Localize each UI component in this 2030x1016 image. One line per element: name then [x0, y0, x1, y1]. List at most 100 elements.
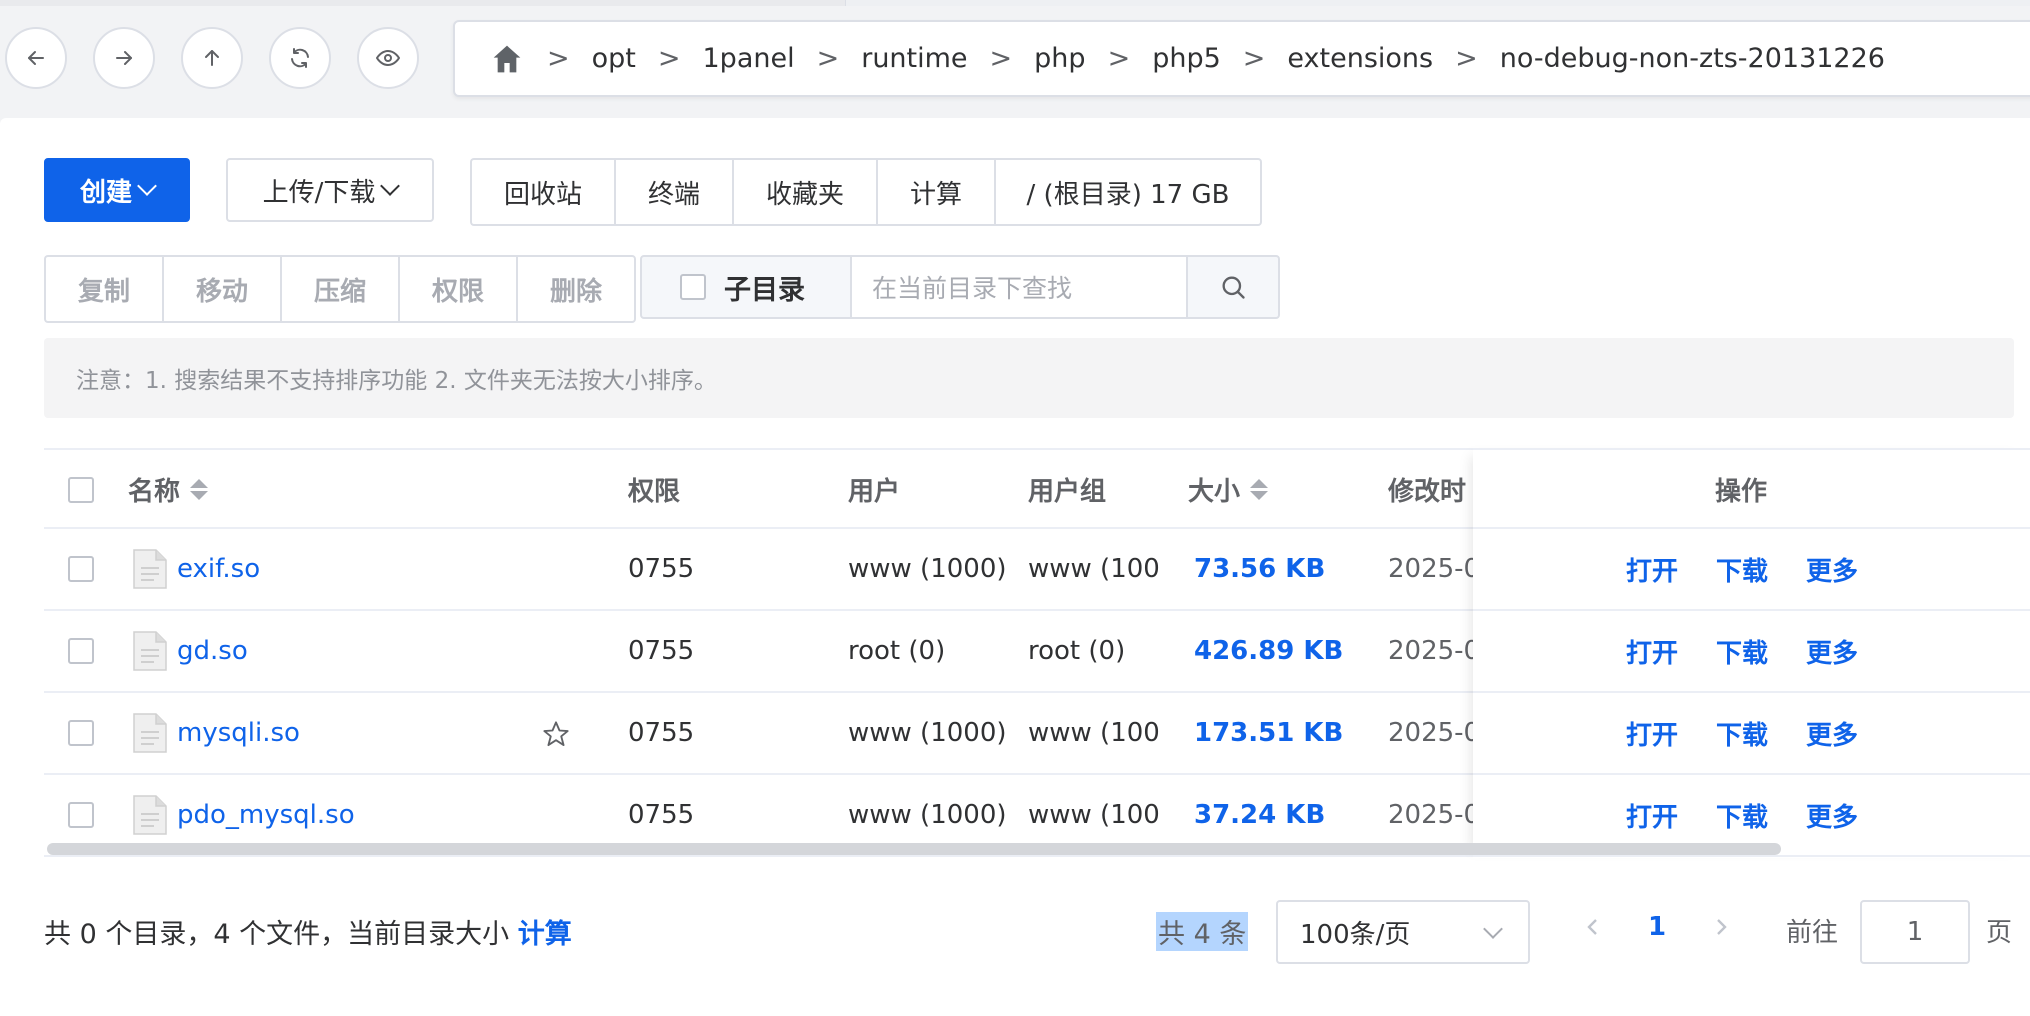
create-button[interactable]: 创建	[44, 158, 190, 222]
eye-icon	[376, 50, 400, 66]
arrow-up-icon	[205, 50, 219, 66]
upload-download-label: 上传/下载	[262, 177, 376, 208]
breadcrumb-separator: >	[816, 43, 840, 74]
upload-download-button[interactable]: 上传/下载	[226, 158, 434, 222]
row-select-cell	[68, 611, 94, 691]
subdir-checkbox[interactable]	[680, 274, 706, 300]
calc-size-link[interactable]: 计算	[518, 919, 572, 950]
search-bar: 子目录 在当前目录下查找	[640, 255, 1280, 319]
row-checkbox[interactable]	[68, 720, 94, 746]
row-checkbox[interactable]	[68, 556, 94, 582]
breadcrumb-runtime[interactable]: runtime	[861, 43, 967, 74]
move-button[interactable]: 移动	[162, 255, 280, 323]
permission-cell[interactable]: 0755	[628, 529, 694, 609]
file-table: 名称 权限 用户 用户组 大小 修改时 操作 exif.so 0755 www …	[44, 448, 2030, 858]
refresh-button[interactable]	[269, 27, 331, 89]
horizontal-scrollbar[interactable]	[47, 843, 1781, 855]
more-action[interactable]: 更多	[1806, 633, 1858, 670]
download-action[interactable]: 下载	[1716, 551, 1768, 588]
breadcrumb-php[interactable]: php	[1034, 43, 1085, 74]
disk-usage-button[interactable]: / (根目录) 17 GB	[994, 158, 1262, 226]
page-size-value: 100条/页	[1300, 919, 1411, 950]
recycle-bin-button[interactable]: 回收站	[470, 158, 614, 226]
permission-cell[interactable]: 0755	[628, 611, 694, 691]
search-icon	[1222, 276, 1245, 299]
search-input[interactable]: 在当前目录下查找	[852, 255, 1186, 319]
sort-icon[interactable]	[1250, 479, 1269, 500]
up-button[interactable]	[181, 27, 243, 89]
breadcrumb-separator: >	[657, 43, 681, 74]
next-page-button[interactable]	[1712, 912, 1732, 949]
arrow-left-icon	[28, 51, 44, 65]
row-checkbox[interactable]	[68, 802, 94, 828]
prev-page-button[interactable]	[1582, 912, 1602, 949]
file-icon	[133, 631, 167, 671]
modified-cell: 2025-0	[1388, 636, 1473, 666]
page-size-select[interactable]: 100条/页	[1276, 900, 1530, 964]
more-action[interactable]: 更多	[1806, 551, 1858, 588]
group-cell[interactable]: www (1000)	[1028, 529, 1160, 609]
column-name[interactable]: 名称	[128, 450, 209, 529]
total-count: 共 4 条	[1156, 912, 1249, 951]
select-all-checkbox[interactable]	[68, 476, 94, 503]
size-cell: 426.89 KB	[1194, 636, 1344, 666]
breadcrumb: > opt > 1panel > runtime > php > php5 > …	[453, 20, 2030, 97]
table-row[interactable]: mysqli.so 0755 www (1000) www (1000) 173…	[44, 693, 2030, 775]
user-cell[interactable]: www (1000)	[848, 693, 1007, 773]
file-name-link[interactable]: gd.so	[177, 611, 248, 691]
breadcrumb-separator: >	[989, 43, 1013, 74]
compress-button[interactable]: 压缩	[280, 255, 398, 323]
open-action[interactable]: 打开	[1626, 633, 1678, 670]
subdir-toggle[interactable]: 子目录	[640, 255, 852, 319]
delete-button[interactable]: 删除	[516, 255, 636, 323]
home-icon[interactable]	[491, 43, 523, 75]
favorites-button[interactable]: 收藏夹	[732, 158, 876, 226]
column-size[interactable]: 大小	[1188, 450, 1269, 529]
breadcrumb-1panel[interactable]: 1panel	[703, 43, 795, 74]
sort-icon[interactable]	[190, 479, 209, 500]
file-name-link[interactable]: exif.so	[177, 529, 260, 609]
breadcrumb-current[interactable]: no-debug-non-zts-20131226	[1500, 43, 1885, 74]
open-action[interactable]: 打开	[1626, 551, 1678, 588]
size-cell: 73.56 KB	[1194, 554, 1326, 584]
more-action[interactable]: 更多	[1806, 797, 1858, 834]
search-button[interactable]	[1186, 255, 1280, 319]
download-action[interactable]: 下载	[1716, 797, 1768, 834]
breadcrumb-extensions[interactable]: extensions	[1287, 43, 1433, 74]
breadcrumb-separator: >	[547, 43, 570, 74]
breadcrumb-opt[interactable]: opt	[592, 43, 636, 74]
view-button[interactable]	[357, 27, 419, 89]
download-action[interactable]: 下载	[1716, 715, 1768, 752]
subdir-label: 子目录	[724, 274, 805, 306]
open-action[interactable]: 打开	[1626, 797, 1678, 834]
more-action[interactable]: 更多	[1806, 715, 1858, 752]
file-name-link[interactable]: mysqli.so	[177, 693, 300, 773]
table-header: 名称 权限 用户 用户组 大小 修改时 操作	[44, 448, 2030, 529]
back-button[interactable]	[5, 27, 67, 89]
select-all-cell	[68, 450, 94, 529]
download-action[interactable]: 下载	[1716, 633, 1768, 670]
modified-cell: 2025-0	[1388, 554, 1473, 584]
user-cell[interactable]: root (0)	[848, 611, 945, 691]
group-cell[interactable]: www (1000)	[1028, 693, 1160, 773]
group-cell[interactable]: root (0)	[1028, 611, 1160, 691]
row-checkbox[interactable]	[68, 638, 94, 664]
open-action[interactable]: 打开	[1626, 715, 1678, 752]
user-cell[interactable]: www (1000)	[848, 529, 1007, 609]
permission-cell[interactable]: 0755	[628, 693, 694, 773]
terminal-button[interactable]: 终端	[614, 158, 732, 226]
table-row[interactable]: gd.so 0755 root (0) root (0) 426.89 KB 2…	[44, 611, 2030, 693]
breadcrumb-php5[interactable]: php5	[1152, 43, 1221, 74]
goto-page-input[interactable]: 1	[1860, 900, 1970, 964]
permission-button[interactable]: 权限	[398, 255, 516, 323]
page-number-current[interactable]: 1	[1648, 912, 1666, 942]
modified-cell: 2025-0	[1388, 718, 1473, 748]
forward-button[interactable]	[93, 27, 155, 89]
breadcrumb-separator: >	[1455, 43, 1478, 74]
summary-text: 共 0 个目录，4 个文件，当前目录大小	[44, 919, 510, 950]
table-row[interactable]: exif.so 0755 www (1000) www (1000) 73.56…	[44, 529, 2030, 611]
copy-button[interactable]: 复制	[44, 255, 162, 323]
calculate-button[interactable]: 计算	[876, 158, 994, 226]
star-icon[interactable]	[542, 720, 570, 748]
file-icon	[133, 795, 167, 835]
